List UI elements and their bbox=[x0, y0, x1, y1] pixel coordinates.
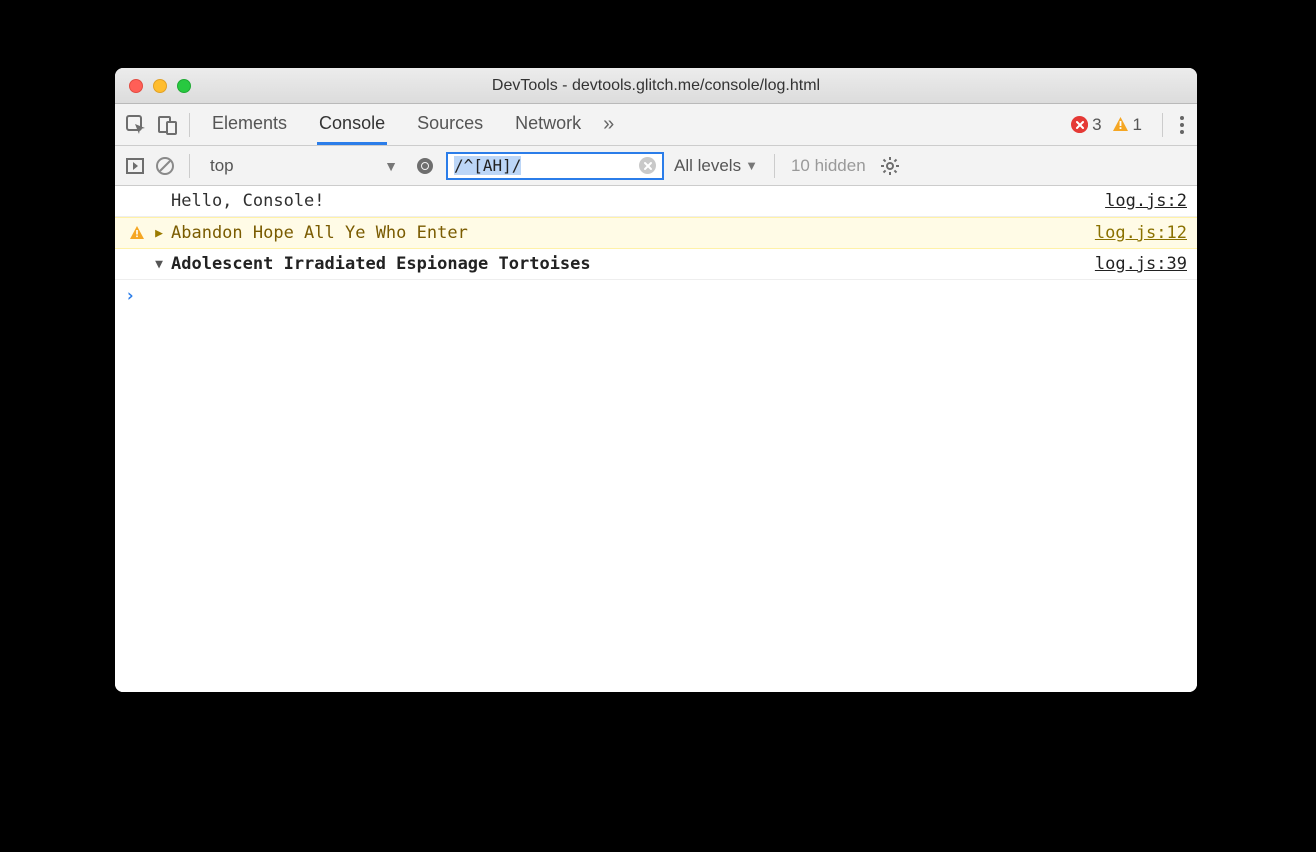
error-icon bbox=[1071, 116, 1088, 133]
clear-filter-icon[interactable] bbox=[639, 157, 656, 174]
console-prompt[interactable]: › bbox=[115, 280, 1197, 312]
chevron-down-icon: ▼ bbox=[384, 158, 398, 174]
tab-network[interactable]: Network bbox=[513, 105, 583, 145]
source-link[interactable]: log.js:39 bbox=[1095, 254, 1187, 274]
log-levels-select[interactable]: All levels ▼ bbox=[674, 156, 758, 176]
devtools-window: DevTools - devtools.glitch.me/console/lo… bbox=[115, 68, 1197, 692]
warning-icon bbox=[1112, 116, 1129, 133]
prompt-chevron-icon: › bbox=[125, 286, 135, 306]
main-tabs-row: Elements Console Sources Network » 3 1 bbox=[115, 104, 1197, 146]
console-row: ▼ Adolescent Irradiated Espionage Tortoi… bbox=[115, 249, 1197, 280]
device-toolbar-icon[interactable] bbox=[157, 114, 179, 136]
more-tabs-button[interactable]: » bbox=[603, 113, 614, 136]
log-message: Abandon Hope All Ye Who Enter bbox=[167, 223, 1095, 243]
log-message: Adolescent Irradiated Espionage Tortoise… bbox=[167, 254, 1095, 274]
console-toolbar: top ▼ /^[AH]/ All levels ▼ 10 hidden bbox=[115, 146, 1197, 186]
log-message: Hello, Console! bbox=[167, 191, 1105, 211]
disclosure-right-icon[interactable]: ▶ bbox=[151, 226, 167, 241]
traffic-lights bbox=[115, 79, 191, 93]
clear-console-icon[interactable] bbox=[155, 156, 175, 176]
execution-context-select[interactable]: top ▼ bbox=[204, 154, 404, 178]
live-expression-icon[interactable] bbox=[414, 155, 436, 177]
inspect-element-icon[interactable] bbox=[125, 114, 147, 136]
overflow-menu-button[interactable] bbox=[1179, 114, 1185, 136]
status-counts[interactable]: 3 1 bbox=[1071, 115, 1142, 135]
source-link[interactable]: log.js:2 bbox=[1105, 191, 1187, 211]
console-output: Hello, Console! log.js:2 ▶ Abandon Hope … bbox=[115, 186, 1197, 692]
console-row: ▶ Abandon Hope All Ye Who Enter log.js:1… bbox=[115, 217, 1197, 249]
log-levels-label: All levels bbox=[674, 156, 741, 176]
divider bbox=[189, 113, 190, 137]
warning-icon bbox=[123, 225, 151, 241]
execution-context-label: top bbox=[210, 156, 234, 176]
divider bbox=[774, 154, 775, 178]
zoom-window-button[interactable] bbox=[177, 79, 191, 93]
window-title: DevTools - devtools.glitch.me/console/lo… bbox=[115, 77, 1197, 95]
error-count: 3 bbox=[1092, 115, 1101, 135]
panel-tabs: Elements Console Sources Network bbox=[210, 105, 583, 145]
close-window-button[interactable] bbox=[129, 79, 143, 93]
divider bbox=[189, 154, 190, 178]
chevron-down-icon: ▼ bbox=[745, 158, 758, 173]
minimize-window-button[interactable] bbox=[153, 79, 167, 93]
filter-text: /^[AH]/ bbox=[454, 156, 521, 175]
hidden-count[interactable]: 10 hidden bbox=[791, 156, 866, 176]
filter-input[interactable]: /^[AH]/ bbox=[446, 152, 664, 180]
tab-elements[interactable]: Elements bbox=[210, 105, 289, 145]
source-link[interactable]: log.js:12 bbox=[1095, 223, 1187, 243]
titlebar: DevTools - devtools.glitch.me/console/lo… bbox=[115, 68, 1197, 104]
tab-console[interactable]: Console bbox=[317, 105, 387, 145]
console-settings-icon[interactable] bbox=[880, 156, 900, 176]
toggle-sidebar-icon[interactable] bbox=[125, 156, 145, 176]
tab-sources[interactable]: Sources bbox=[415, 105, 485, 145]
console-row: Hello, Console! log.js:2 bbox=[115, 186, 1197, 217]
disclosure-down-icon[interactable]: ▼ bbox=[151, 257, 167, 272]
divider bbox=[1162, 113, 1163, 137]
warning-count: 1 bbox=[1133, 115, 1142, 135]
